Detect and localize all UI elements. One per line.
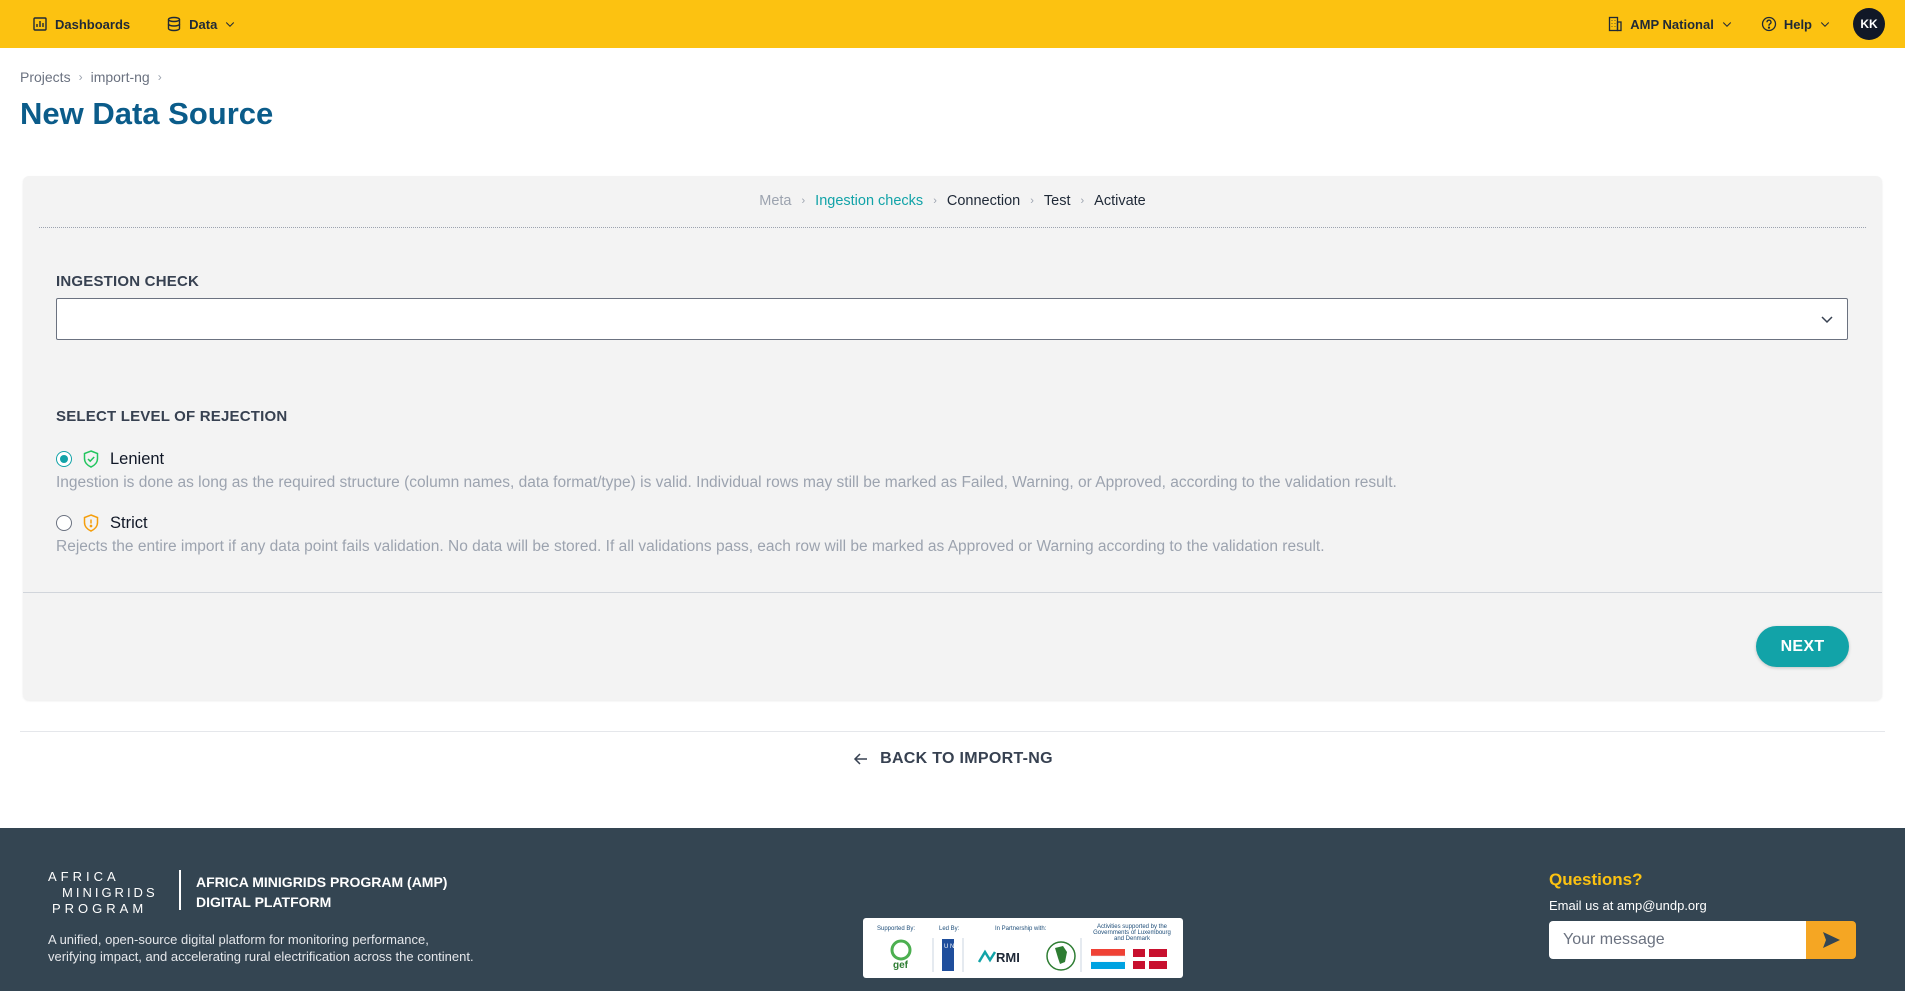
footer-org-line-2: DIGITAL PLATFORM bbox=[196, 894, 332, 910]
breadcrumb-projects[interactable]: Projects bbox=[20, 69, 71, 85]
building-icon bbox=[1609, 16, 1622, 32]
svg-text:AFRICA: AFRICA bbox=[48, 869, 120, 884]
step-separator-icon: › bbox=[801, 195, 806, 207]
nav-dashboards[interactable]: Dashboards bbox=[32, 16, 130, 32]
contact-email[interactable]: Email us at amp@undp.org bbox=[1549, 898, 1707, 913]
bar-chart-icon bbox=[33, 17, 47, 31]
footer-tagline: A unified, open-source digital platform … bbox=[48, 932, 474, 964]
option-strict[interactable]: Strict bbox=[56, 513, 148, 533]
send-message-button[interactable] bbox=[1806, 921, 1856, 959]
chevron-down-icon bbox=[1820, 22, 1830, 27]
partners-banner: Supported By: Led By: In Partnership wit… bbox=[863, 918, 1183, 978]
help-label: Help bbox=[1783, 16, 1812, 32]
lenient-radio[interactable] bbox=[56, 451, 72, 467]
org-switcher-label: AMP National bbox=[1630, 16, 1714, 32]
footer-org-name: AFRICA MINIGRIDS PROGRAM (AMP) DIGITAL P… bbox=[196, 872, 496, 912]
message-input[interactable] bbox=[1549, 921, 1807, 959]
nav-data-label: Data bbox=[189, 16, 218, 32]
top-navigation-bar: Dashboards Data AMP National Help KK bbox=[0, 0, 1905, 48]
arrow-left-icon bbox=[854, 753, 868, 765]
shield-check-icon bbox=[83, 450, 99, 468]
back-to-import-label: BACK TO IMPORT-NG bbox=[880, 750, 1053, 767]
rejection-level-label: SELECT LEVEL OF REJECTION bbox=[56, 408, 288, 425]
step-activate[interactable]: Activate bbox=[1094, 193, 1146, 209]
svg-text:MINIGRIDS: MINIGRIDS bbox=[62, 885, 158, 900]
nav-dashboards-label: Dashboards bbox=[55, 16, 131, 32]
user-avatar[interactable]: KK bbox=[1853, 8, 1885, 40]
amp-logo: AFRICA MINIGRIDS PROGRAM bbox=[48, 869, 158, 916]
chevron-down-icon bbox=[1722, 22, 1731, 27]
shield-alert-icon bbox=[83, 514, 99, 532]
step-separator-icon: › bbox=[933, 195, 937, 207]
nav-data-dropdown[interactable]: Data bbox=[166, 16, 236, 32]
help-circle-icon bbox=[1761, 16, 1776, 32]
wizard-card: Meta › Ingestion checks › Connection › T… bbox=[23, 176, 1882, 700]
questions-title: Questions? bbox=[1549, 870, 1643, 889]
step-separator-icon: › bbox=[1080, 195, 1085, 207]
ingestion-check-select[interactable] bbox=[56, 298, 1848, 340]
gef-logo-icon: gef U N D P RMI bbox=[890, 938, 1167, 972]
footer-org-line-1: AFRICA MINIGRIDS PROGRAM (AMP) bbox=[196, 874, 448, 890]
chevron-down-icon bbox=[1821, 316, 1833, 324]
lenient-label: Lenient bbox=[110, 449, 165, 468]
page-divider bbox=[20, 731, 1885, 732]
ingestion-check-label: INGESTION CHECK bbox=[56, 273, 200, 290]
card-divider bbox=[23, 592, 1882, 593]
logo-divider bbox=[179, 870, 181, 910]
strict-description: Rejects the entire import if any data po… bbox=[56, 538, 1325, 555]
chevron-down-icon bbox=[226, 22, 235, 27]
lenient-description: Ingestion is done as long as the require… bbox=[56, 474, 1397, 491]
strict-radio[interactable] bbox=[56, 515, 72, 531]
back-to-import-link[interactable]: BACK TO IMPORT-NG bbox=[0, 750, 1905, 768]
breadcrumb-import-ng[interactable]: import-ng bbox=[91, 69, 150, 85]
option-lenient[interactable]: Lenient bbox=[56, 449, 164, 469]
steps-divider bbox=[39, 227, 1866, 228]
database-icon bbox=[167, 16, 181, 32]
svg-text:gef: gef bbox=[893, 960, 909, 971]
send-icon bbox=[1823, 932, 1840, 948]
svg-text:RMI: RMI bbox=[996, 950, 1020, 965]
breadcrumb-separator-icon: › bbox=[157, 70, 162, 84]
footer: AFRICA MINIGRIDS PROGRAM AFRICA MINIGRID… bbox=[0, 828, 1905, 991]
page-title: New Data Source bbox=[20, 96, 274, 131]
svg-text:PROGRAM: PROGRAM bbox=[52, 901, 147, 916]
wizard-steps: Meta › Ingestion checks › Connection › T… bbox=[23, 193, 1882, 209]
breadcrumb: Projects › import-ng › bbox=[20, 69, 162, 85]
step-separator-icon: › bbox=[1030, 195, 1034, 207]
step-test[interactable]: Test bbox=[1044, 193, 1071, 209]
next-button[interactable]: NEXT bbox=[1756, 626, 1849, 667]
step-connection[interactable]: Connection bbox=[947, 193, 1020, 209]
breadcrumb-separator-icon: › bbox=[78, 70, 83, 84]
help-dropdown[interactable]: Help bbox=[1761, 16, 1831, 32]
strict-label: Strict bbox=[110, 513, 148, 532]
org-switcher-dropdown[interactable]: AMP National bbox=[1607, 16, 1733, 32]
step-ingestion-checks[interactable]: Ingestion checks bbox=[815, 193, 923, 209]
step-meta[interactable]: Meta bbox=[759, 193, 791, 209]
